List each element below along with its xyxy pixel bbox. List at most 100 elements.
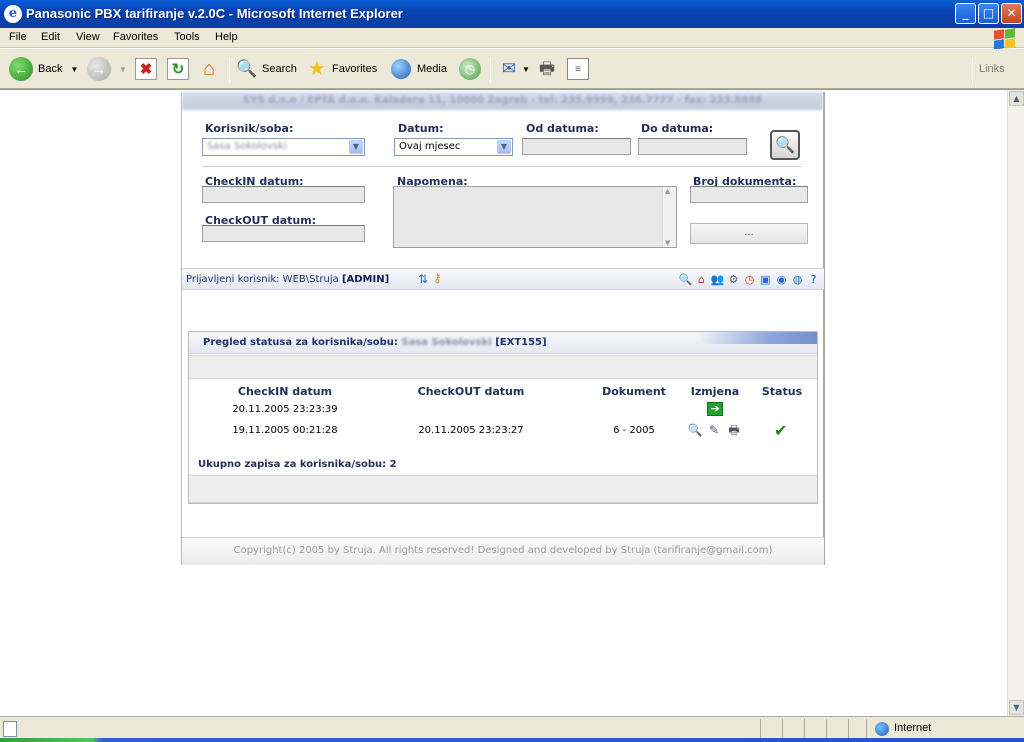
taskbar-edge xyxy=(0,738,1024,742)
menu-tools[interactable]: Tools xyxy=(174,31,200,43)
do-datuma-label: Do datuma: xyxy=(641,122,714,135)
menu-view[interactable]: View xyxy=(76,31,100,43)
od-datuma-field[interactable] xyxy=(522,138,631,155)
menu-help[interactable]: Help xyxy=(215,31,238,43)
edit-page-icon: ≡ xyxy=(567,58,589,80)
copyright-footer: Copyright(c) 2005 by Struja. All rights … xyxy=(182,537,824,565)
media-label: Media xyxy=(417,63,447,75)
vertical-scrollbar[interactable]: ▲ ▼ xyxy=(1007,90,1024,717)
key-icon[interactable]: ⚷ xyxy=(433,271,442,285)
print-icon[interactable]: 🖶 xyxy=(726,422,742,438)
help-icon[interactable]: ? xyxy=(806,272,821,287)
ellipsis-button[interactable]: ... xyxy=(690,223,808,244)
search-label: Search xyxy=(262,63,297,75)
col-dokument: Dokument xyxy=(602,385,666,398)
forward-arrow-icon: → xyxy=(87,57,111,81)
do-datuma-field[interactable] xyxy=(638,138,747,155)
back-dropdown-icon[interactable]: ▼ xyxy=(70,65,78,74)
internet-globe-icon xyxy=(875,722,889,736)
datum-select[interactable]: Ovaj mjesec ▼ xyxy=(394,138,513,156)
checkin-field[interactable] xyxy=(202,186,365,203)
ie-logo-icon: e xyxy=(4,5,22,23)
scroll-up-arrow[interactable]: ▲ xyxy=(1009,91,1024,106)
scroll-down-arrow[interactable]: ▼ xyxy=(665,239,670,247)
favorites-button[interactable]: ★ Favorites xyxy=(306,57,377,81)
media-button[interactable]: Media xyxy=(391,57,447,81)
checkout-field[interactable] xyxy=(202,225,365,242)
status-segment xyxy=(760,719,780,739)
settings-icon[interactable]: ⚙ xyxy=(726,272,741,287)
home-button[interactable]: ⌂ xyxy=(198,57,220,81)
status-panel: Pregled statusa za korisnika/sobu: Sasa … xyxy=(188,331,818,504)
edit-document-icon[interactable]: ✎ xyxy=(706,422,722,438)
print-button[interactable]: 🖶 xyxy=(536,57,558,81)
back-button[interactable]: ← Back ▼ xyxy=(9,57,78,81)
page-icon xyxy=(3,721,17,737)
row-dokument: 6 - 2005 xyxy=(613,425,655,436)
status-ok-icon: ✔ xyxy=(774,421,788,440)
search-icon[interactable]: 🔍 xyxy=(678,272,693,287)
stop-button[interactable]: ✖ xyxy=(135,57,157,81)
mail-dropdown-icon[interactable]: ▼ xyxy=(522,65,530,74)
windows-logo-icon xyxy=(992,28,1018,50)
toolbar-separator xyxy=(229,57,230,83)
database-icon[interactable]: ◉ xyxy=(774,272,789,287)
menu-favorites[interactable]: Favorites xyxy=(113,31,158,43)
user-info-bar: Prijavljeni korisnik: WEB\Struja [ADMIN]… xyxy=(182,268,824,290)
user-role: [ADMIN] xyxy=(341,274,390,285)
status-segment xyxy=(826,719,846,739)
view-icon[interactable]: 🔍 xyxy=(687,422,703,438)
search-button[interactable]: 🔍 Search xyxy=(236,57,297,81)
menu-edit[interactable]: Edit xyxy=(41,31,60,43)
edit-button[interactable]: ≡ xyxy=(567,57,589,81)
zone-label: Internet xyxy=(894,722,932,734)
favorites-label: Favorites xyxy=(332,63,378,75)
users-icon[interactable]: 👥 xyxy=(710,272,725,287)
back-arrow-icon: ← xyxy=(9,57,33,81)
row-checkin: 20.11.2005 23:23:39 xyxy=(232,404,338,415)
close-button[interactable]: ✕ xyxy=(1001,3,1022,24)
napomena-textarea[interactable]: ▲ ▼ xyxy=(393,186,677,248)
windows-icon[interactable]: ▣ xyxy=(758,272,773,287)
toolbar: ← Back ▼ → ▼ ✖ ↻ ⌂ 🔍 Search ★ Favorites … xyxy=(0,49,1024,89)
checkout-arrow-icon[interactable]: ➔ xyxy=(707,402,723,416)
col-status: Status xyxy=(761,385,803,398)
minimize-button[interactable]: _ xyxy=(955,3,976,24)
security-zone: Internet xyxy=(866,719,1022,739)
switch-user-icon[interactable]: ⇅ xyxy=(418,272,428,286)
history-icon: ◷ xyxy=(459,58,481,80)
media-globe-icon xyxy=(391,59,411,79)
browser-viewport: ▲ ▼ SYS d.o.o / EPTA d.o.o. Kaladera 11,… xyxy=(0,89,1024,717)
menu-bar: File Edit View Favorites Tools Help xyxy=(0,28,1024,50)
forward-dropdown-icon[interactable]: ▼ xyxy=(119,65,127,74)
mail-icon: ✉ xyxy=(501,59,517,78)
star-icon: ★ xyxy=(308,58,326,80)
menu-file[interactable]: File xyxy=(9,31,27,43)
logged-user-prefix: Prijavljeni korisnik: WEB\Struja xyxy=(186,274,339,285)
toolbar-separator xyxy=(490,57,491,83)
textarea-scrollbar[interactable]: ▲ ▼ xyxy=(662,187,676,247)
home-icon: ⌂ xyxy=(202,58,216,80)
forward-button[interactable]: → ▼ xyxy=(87,57,127,81)
clock-icon[interactable]: ◷ xyxy=(742,272,757,287)
chevron-down-icon: ▼ xyxy=(497,140,511,154)
refresh-button[interactable]: ↻ xyxy=(167,57,189,81)
history-button[interactable]: ◷ xyxy=(459,57,481,81)
panel-user: Sasa Sokolovski xyxy=(401,337,492,348)
scroll-down-arrow[interactable]: ▼ xyxy=(1009,700,1024,715)
maximize-button[interactable]: □ xyxy=(978,3,999,24)
col-izmjena: Izmjena xyxy=(690,385,740,398)
home-icon[interactable]: ⌂ xyxy=(694,272,709,287)
mail-button[interactable]: ✉ ▼ xyxy=(498,57,530,81)
globe-icon[interactable]: ◍ xyxy=(790,272,805,287)
total-records: Ukupno zapisa za korisnika/sobu: 2 xyxy=(198,459,397,470)
links-button[interactable]: Links xyxy=(979,63,1005,75)
stop-icon: ✖ xyxy=(135,58,157,80)
broj-dokumenta-field[interactable] xyxy=(690,186,808,203)
nav-icon-group: 🔍 ⌂ 👥 ⚙ ◷ ▣ ◉ ◍ ? xyxy=(678,272,821,287)
search-submit-button[interactable]: 🔍 xyxy=(770,130,800,160)
scroll-up-arrow[interactable]: ▲ xyxy=(665,187,670,195)
company-header: SYS d.o.o / EPTA d.o.o. Kaladera 11, 100… xyxy=(182,92,823,110)
korisnik-select[interactable]: Sasa Sokolovski ▼ xyxy=(202,138,365,156)
panel-header-decoration xyxy=(697,332,817,344)
